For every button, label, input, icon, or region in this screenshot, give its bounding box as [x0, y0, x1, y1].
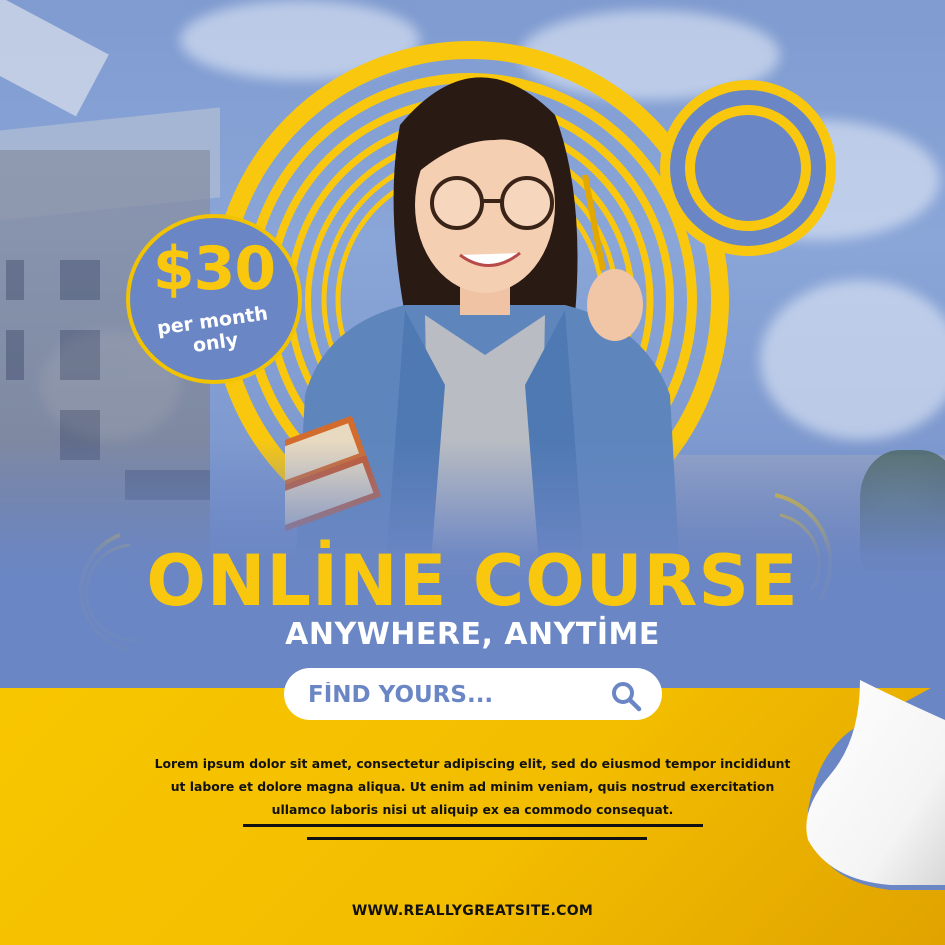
poster: $30 per month only ONLİNE COURSE ANYWHER… [0, 0, 945, 945]
search-icon[interactable] [610, 680, 642, 712]
headline: ONLİNE COURSE [146, 540, 799, 622]
price-caption: per month only [128, 299, 300, 366]
price-amount: $30 [152, 234, 276, 304]
divider-line [307, 837, 647, 840]
description-text: Lorem ipsum dolor sit amet, consectetur … [154, 756, 791, 817]
search-bar[interactable] [284, 668, 662, 720]
small-ring-inner [685, 105, 811, 231]
divider-line [243, 824, 703, 827]
subheadline: ANYWHERE, ANYTİME [285, 617, 660, 652]
price-badge: $30 per month only [126, 214, 302, 384]
search-input[interactable] [306, 676, 610, 714]
page-curl [806, 680, 945, 890]
website-link[interactable]: WWW.REALLYGREATSITE.COM [0, 903, 945, 919]
